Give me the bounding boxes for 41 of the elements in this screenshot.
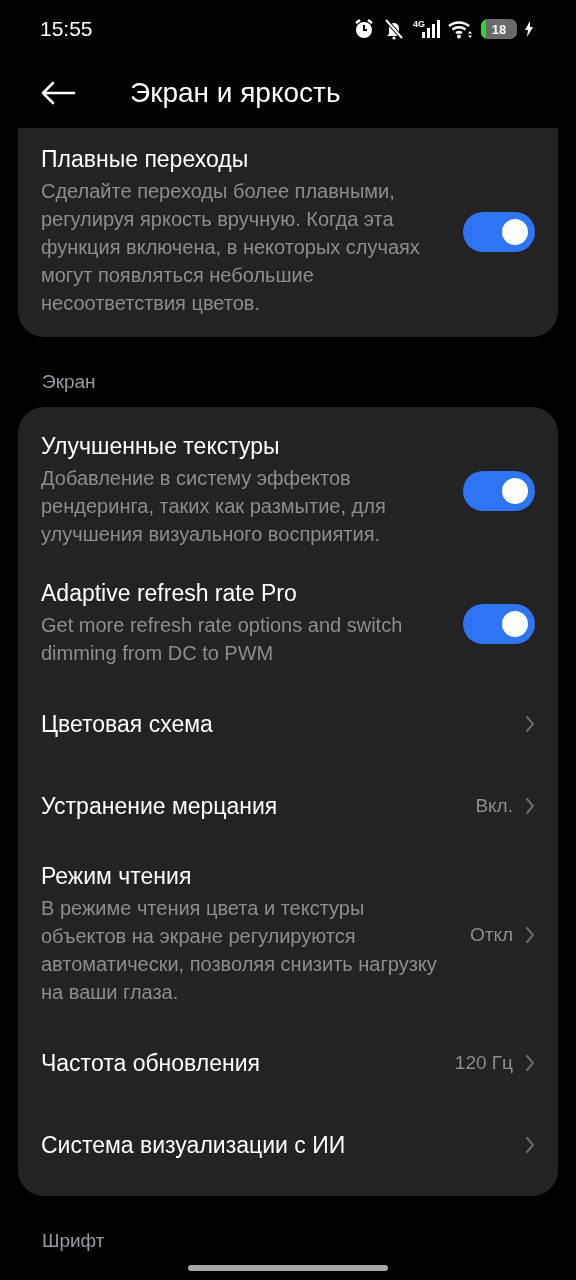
network-type: 4G [413,19,425,29]
setting-title: Плавные переходы [41,146,250,173]
setting-value: 120 Гц [454,1052,513,1074]
chevron-icon [525,1136,535,1154]
setting-row[interactable]: Система визуализации с ИИ [18,1104,558,1186]
setting-row[interactable]: Adaptive refresh rate Pro Get more refresh rate options and switch dimming from DC to PWM [18,564,558,683]
setting-row[interactable]: Частота обновления 120 Гц [18,1022,558,1104]
setting-title: Устранение мерцания [41,792,279,820]
setting-description: В режиме чтения цвета и текстуры объектов на экране регулируются автоматически, позволяя снизить нагрузку на ваши глаза. [41,896,438,1005]
setting-row[interactable]: Плавные переходы Сделайте переходы более плавными, регулируя яркость вручную. Когда эта функция включена, в некоторых случаях могут появляться небольшие несоответствия цветов. [18,146,558,317]
setting-row[interactable]: Режим чтения В режиме чтения цвета и текстуры объектов на экране регулируются автоматически, позволяя снизить нагрузку на ваши глаза. Откл [18,847,558,1022]
setting-value: Откл [469,923,513,946]
setting-title: Частота обновления [41,1049,261,1077]
setting-title: Улучшенные текстуры [41,433,281,460]
setting-description: Добавление в систему эффектов рендеринга, таких как размытие, для улучшения визуального восприятия. [41,466,387,547]
section-title: Шрифт [41,1229,106,1253]
toggle-switch[interactable] [463,470,535,511]
setting-row[interactable]: Устранение мерцания Вкл. [18,765,558,847]
chevron-icon [525,925,535,944]
status-time: 15:55 [40,17,93,41]
toggle-switch[interactable] [463,211,535,252]
setting-value: Вкл. [475,795,513,817]
setting-title: Система визуализации с ИИ [41,1131,347,1159]
page-title: Экран и яркость [130,77,341,109]
muted-bell-icon [382,18,406,40]
wifi-icon [448,19,474,39]
section-title: Экран [41,370,97,394]
chevron-icon [525,1054,535,1072]
toggle-switch[interactable] [463,603,535,644]
battery-indicator: 18 [481,19,517,39]
setting-title: Цветовая схема [41,710,214,738]
setting-title: Adaptive refresh rate Pro [41,580,298,607]
setting-row[interactable]: Улучшенные текстуры Добавление в систему эффектов рендеринга, таких как размытие, для улучшения визуального восприятия. [18,417,558,564]
back-arrow-icon[interactable] [40,81,76,105]
chevron-icon [525,715,535,733]
alarm-clock-icon [353,18,375,40]
setting-description: Get more refresh rate options and switch dimming from DC to PWM [41,613,404,666]
setting-row[interactable]: Цветовая схема [18,683,558,765]
setting-description: Сделайте переходы более плавными, регулируя яркость вручную. Когда эта функция включена, в некоторых случаях могут появляться небольшие несоответствия цветов. [41,179,421,316]
setting-title: Режим чтения [41,863,193,890]
chevron-icon [525,797,535,815]
